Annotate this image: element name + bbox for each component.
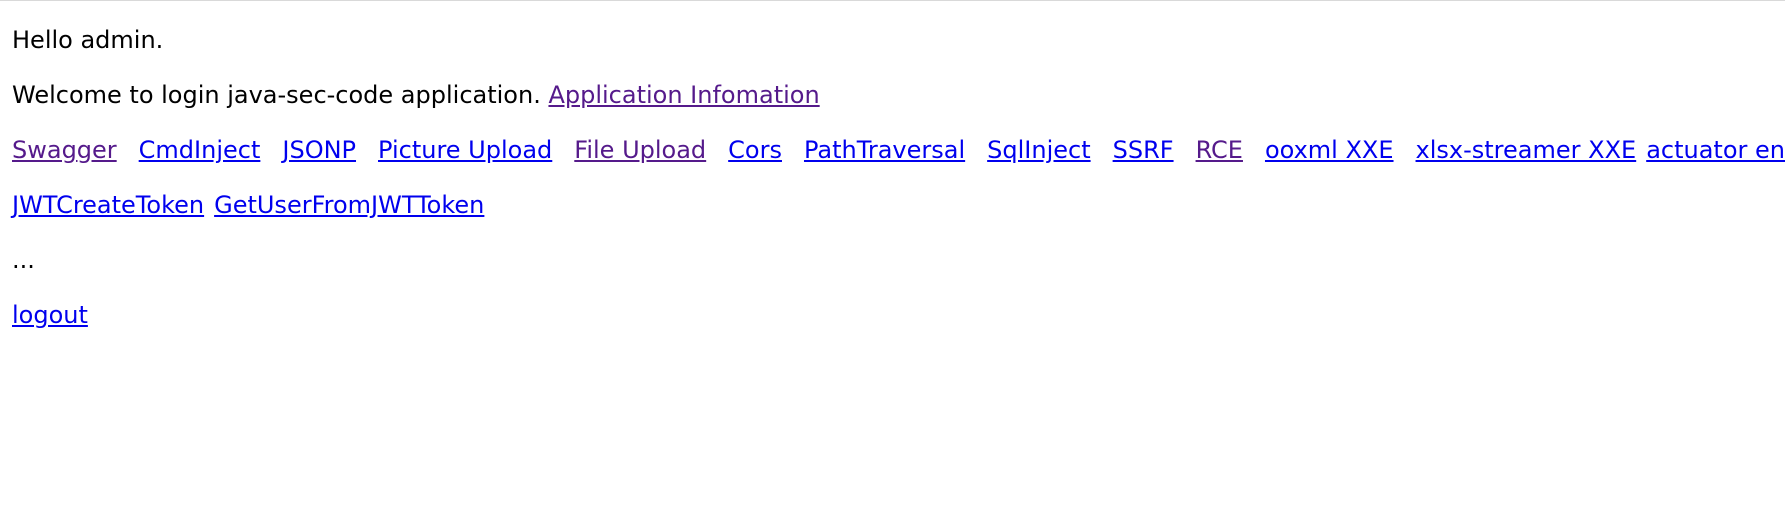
sqlinject-link[interactable]: SqlInject <box>987 136 1090 164</box>
ellipsis-text: ... <box>12 246 35 274</box>
welcome-line: Welcome to login java-sec-code applicati… <box>12 81 820 109</box>
jsonp-link[interactable]: JSONP <box>282 136 356 164</box>
ooxml-xxe-link[interactable]: ooxml XXE <box>1265 136 1394 164</box>
get-user-from-jwt-token-link[interactable]: GetUserFromJWTToken <box>214 191 484 219</box>
cors-link[interactable]: Cors <box>728 136 782 164</box>
actuator-env-link[interactable]: actuator env <box>1646 136 1785 164</box>
pathtraversal-link[interactable]: PathTraversal <box>804 136 965 164</box>
jwt-create-token-link[interactable]: JWTCreateToken <box>12 191 204 219</box>
logout-line: logout <box>12 301 88 329</box>
feature-links: Swagger CmdInject JSONP Picture Upload File … <box>12 136 1785 164</box>
swagger-link[interactable]: Swagger <box>12 136 117 164</box>
picture-upload-link[interactable]: Picture Upload <box>378 136 552 164</box>
top-border <box>0 0 1785 1</box>
file-upload-link[interactable]: File Upload <box>574 136 706 164</box>
cmdinject-link[interactable]: CmdInject <box>139 136 261 164</box>
jwt-links: JWTCreateToken GetUserFromJWTToken <box>12 191 494 219</box>
welcome-text: Welcome to login java-sec-code applicati… <box>12 81 549 109</box>
rce-link[interactable]: RCE <box>1196 136 1243 164</box>
xlsx-streamer-xxe-link[interactable]: xlsx-streamer XXE <box>1416 136 1637 164</box>
ssrf-link[interactable]: SSRF <box>1113 136 1174 164</box>
logout-link[interactable]: logout <box>12 301 88 329</box>
application-info-link[interactable]: Application Infomation <box>548 81 819 109</box>
greeting-text: Hello admin. <box>12 26 164 54</box>
